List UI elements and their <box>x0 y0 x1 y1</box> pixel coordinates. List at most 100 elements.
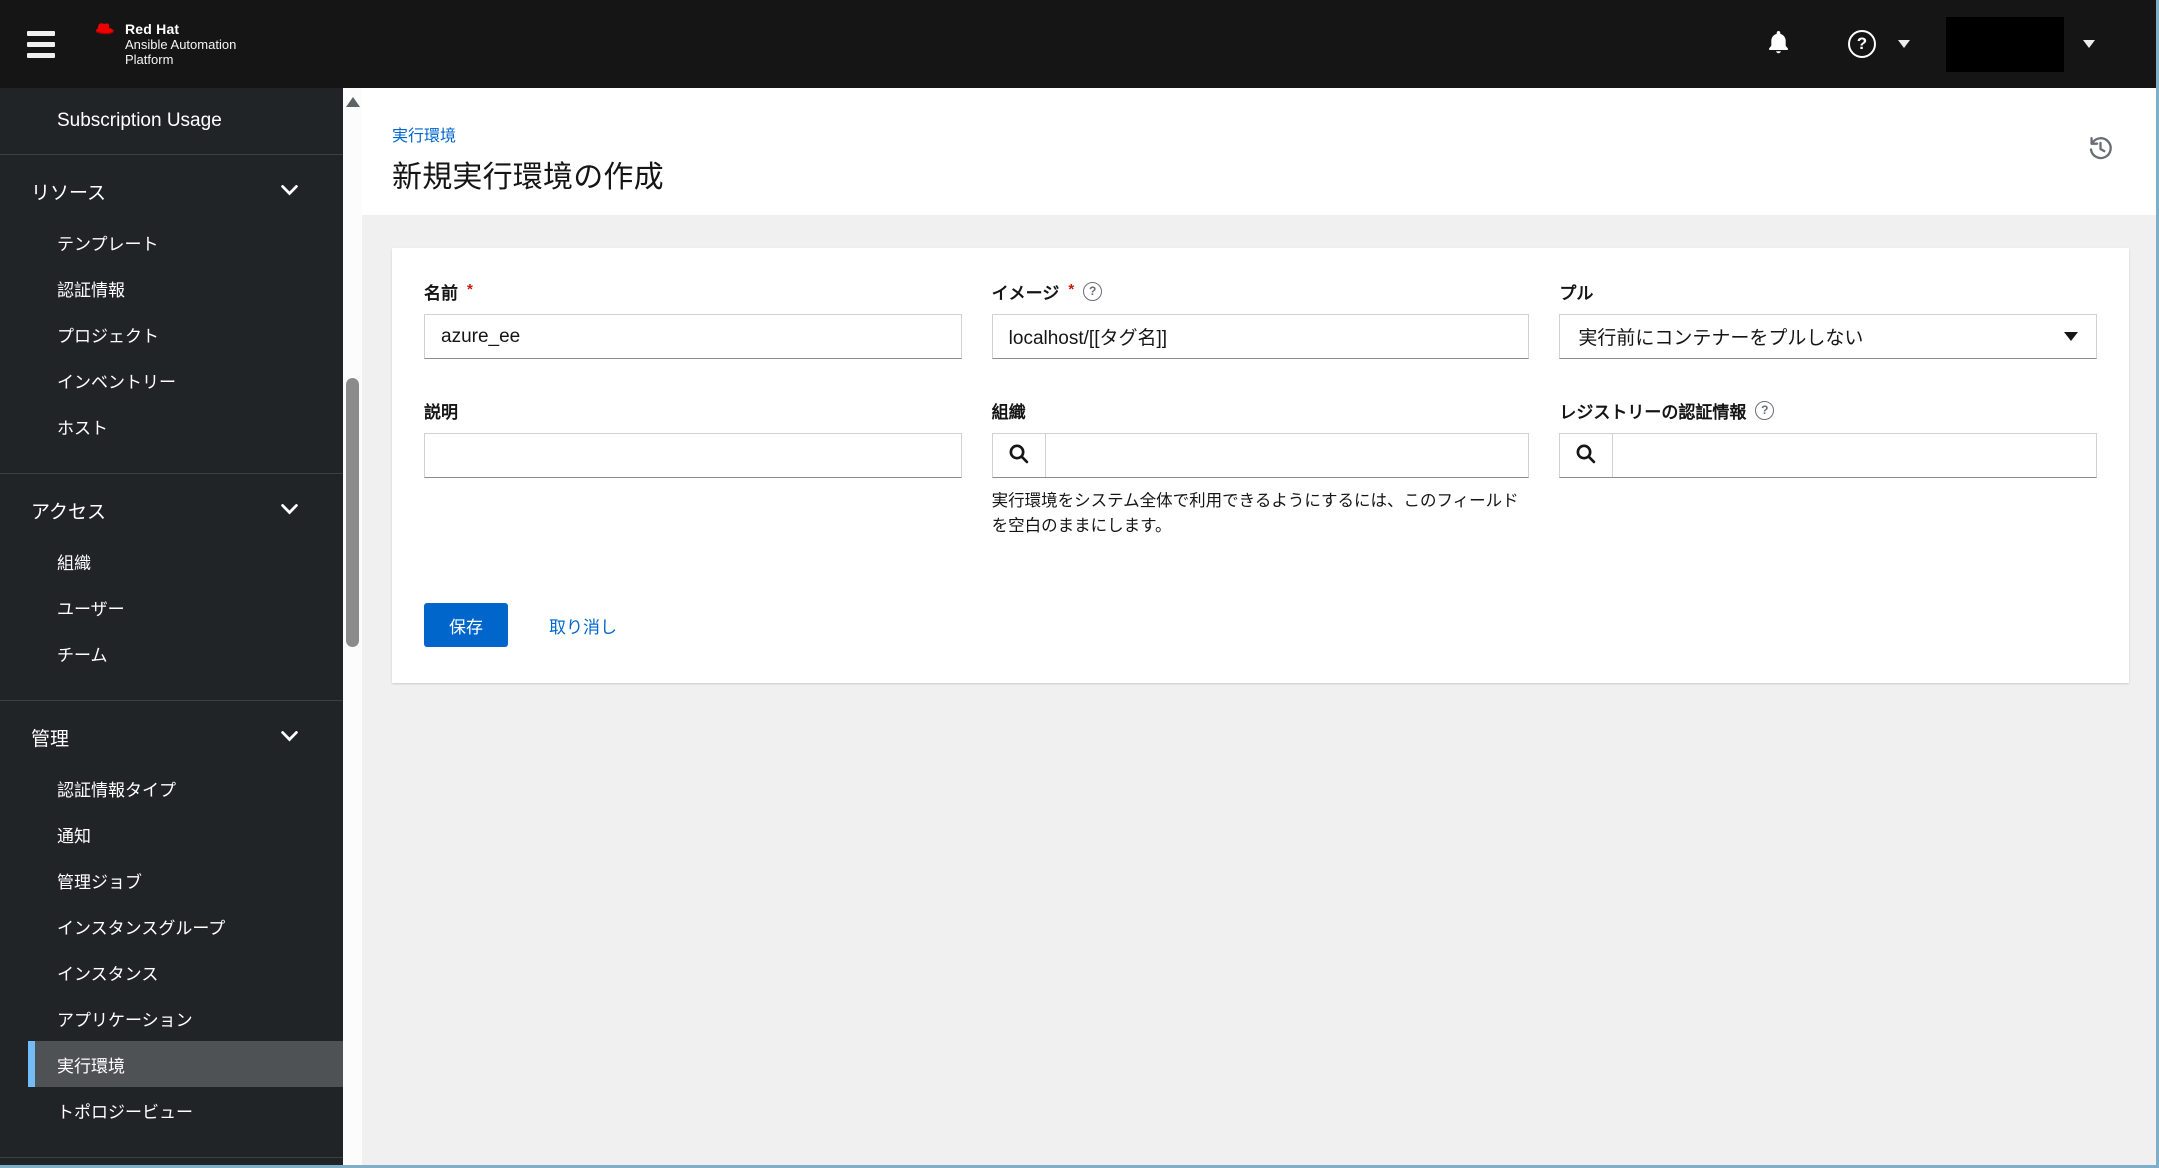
sidebar-item-applications[interactable]: アプリケーション <box>0 995 343 1041</box>
organization-lookup <box>991 433 1530 478</box>
save-button[interactable]: 保存 <box>424 603 508 648</box>
label-text: レジストリーの認証情報 <box>1559 402 1747 422</box>
image-input[interactable] <box>991 314 1530 359</box>
search-icon <box>1008 443 1030 468</box>
sidebar-item-projects[interactable]: プロジェクト <box>0 311 343 357</box>
sidebar-item-organizations[interactable]: 組織 <box>0 538 343 584</box>
pull-select[interactable]: 実行前にコンテナーをプルしない <box>1559 314 2097 359</box>
chevron-down-icon <box>281 499 298 521</box>
pull-label: プル <box>1559 280 2097 303</box>
sidebar-item-credentials[interactable]: 認証情報 <box>0 265 343 311</box>
label-text: 組織 <box>991 402 1026 422</box>
caret-down-icon <box>2083 40 2095 48</box>
hamburger-icon <box>27 41 55 47</box>
organization-input[interactable] <box>1045 434 1529 477</box>
sidebar-item-instances[interactable]: インスタンス <box>0 949 343 995</box>
caret-down-icon <box>2064 332 2078 341</box>
sidebar-item-instance-groups[interactable]: インスタンスグループ <box>0 903 343 949</box>
sidebar-item-hosts[interactable]: ホスト <box>0 403 343 449</box>
main-layout: Subscription Usage リソース テンプレート 認証情報 プロジェ… <box>0 88 2159 1168</box>
sidebar-item-management-jobs[interactable]: 管理ジョブ <box>0 857 343 903</box>
form-actions: 保存 取り消し <box>424 603 2097 648</box>
nav-section-toggle-administration[interactable]: 管理 <box>0 717 343 757</box>
question-circle-icon <box>1848 30 1876 58</box>
registry-credential-label: レジストリーの認証情報 <box>1559 399 2097 422</box>
history-icon <box>2086 134 2115 166</box>
redhat-fedora-icon <box>92 21 116 44</box>
user-menu-button[interactable] <box>2083 40 2095 48</box>
execution-environment-form: 名前 * イメージ * <box>424 280 2097 539</box>
breadcrumb[interactable]: 実行環境 <box>392 128 456 145</box>
field-name: 名前 * <box>424 280 962 359</box>
chevron-down-icon <box>281 180 298 202</box>
cancel-button[interactable]: 取り消し <box>549 613 617 638</box>
field-description: 説明 <box>424 399 962 539</box>
description-input[interactable] <box>424 433 962 478</box>
nav-section-access: アクセス 組織 ユーザー チーム <box>0 474 343 700</box>
help-menu[interactable] <box>1848 30 1910 58</box>
content-area: 実行環境 新規実行環境の作成 名前 * azure_ee イメージ * ? lo… <box>362 88 2159 1168</box>
scrollbar-thumb[interactable] <box>346 378 359 647</box>
organization-label: 組織 <box>991 399 1530 422</box>
sidebar-item-templates[interactable]: テンプレート <box>0 219 343 265</box>
sidebar-scrollbar[interactable] <box>343 88 362 1168</box>
nav-section-title: アクセス <box>31 501 107 523</box>
nav-toggle-button[interactable] <box>27 30 61 58</box>
name-input[interactable] <box>424 314 962 359</box>
page-body: 名前 * イメージ * <box>362 215 2159 716</box>
nav-section-resources: リソース テンプレート 認証情報 プロジェクト インベントリー ホスト <box>0 155 343 473</box>
brand-product-line1: Ansible Automation <box>125 37 237 53</box>
registry-credential-lookup <box>1559 433 2097 478</box>
registry-credential-search-button[interactable] <box>1560 434 1614 477</box>
pull-selected-value: 実行前にコンテナーをプルしない <box>1578 328 1864 349</box>
search-icon <box>1575 443 1597 468</box>
notifications-button[interactable] <box>1765 28 1792 60</box>
hamburger-icon <box>27 30 55 36</box>
bell-icon <box>1765 28 1792 60</box>
organization-search-button[interactable] <box>992 434 1046 477</box>
nav-section-toggle-access[interactable]: アクセス <box>0 490 343 530</box>
masthead: Red Hat Ansible Automation Platform <box>0 0 2159 88</box>
field-image: イメージ * <box>991 280 1530 359</box>
masthead-actions <box>1765 16 2159 72</box>
page-header: 実行環境 新規実行環境の作成 <box>362 88 2159 215</box>
help-icon[interactable] <box>1755 400 1775 420</box>
hamburger-icon <box>27 52 55 58</box>
name-label: 名前 * <box>424 280 962 303</box>
label-text: 説明 <box>424 402 458 422</box>
label-text: イメージ <box>991 283 1060 303</box>
sidebar-item-credential-types[interactable]: 認証情報タイプ <box>0 765 343 811</box>
sidebar-item-notifications[interactable]: 通知 <box>0 811 343 857</box>
sidebar-item-execution-environments[interactable]: 実行環境 <box>28 1041 343 1087</box>
page-title: 新規実行環境の作成 <box>392 161 664 194</box>
nav-section-toggle-resources[interactable]: リソース <box>0 171 343 211</box>
image-label: イメージ * <box>991 280 1530 303</box>
form-card: 名前 * イメージ * <box>392 248 2129 683</box>
field-organization: 組織 実行環境をシステム全体で利用できるようにするには、このフィールドを空白のま… <box>991 399 1530 539</box>
sidebar-item-users[interactable]: ユーザー <box>0 584 343 630</box>
field-registry-credential: レジストリーの認証情報 <box>1559 399 2097 539</box>
label-text: プル <box>1559 283 1594 303</box>
history-button[interactable] <box>2086 134 2115 166</box>
scroll-up-arrow-icon[interactable] <box>346 97 360 107</box>
nav-divider <box>0 1157 343 1158</box>
sidebar-item-teams[interactable]: チーム <box>0 630 343 676</box>
registry-credential-input[interactable] <box>1613 434 2096 477</box>
required-asterisk: * <box>1068 280 1075 298</box>
field-pull: プル 実行前にコンテナーをプルしない <box>1559 280 2097 359</box>
sidebar-item-inventories[interactable]: インベントリー <box>0 357 343 403</box>
required-asterisk: * <box>467 280 473 298</box>
user-name-redacted[interactable] <box>1946 16 2064 72</box>
sidebar-item-subscription-usage[interactable]: Subscription Usage <box>0 88 343 154</box>
label-text: 名前 <box>424 283 458 303</box>
nav-section-administration: 管理 認証情報タイプ 通知 管理ジョブ インスタンスグループ インスタンス アプ… <box>0 701 343 1157</box>
brand-product-line2: Platform <box>125 52 174 68</box>
sidebar-item-topology-view[interactable]: トポロジービュー <box>0 1087 343 1133</box>
brand-name: Red Hat <box>125 20 180 37</box>
sidebar-nav: Subscription Usage リソース テンプレート 認証情報 プロジェ… <box>0 88 343 1168</box>
app-window: Red Hat Ansible Automation Platform ? Su… <box>0 0 2159 1168</box>
nav-section-title: リソース <box>31 182 107 204</box>
chevron-down-icon <box>281 726 298 748</box>
help-icon[interactable] <box>1083 281 1103 301</box>
brand-text: Red Hat Ansible Automation Platform <box>125 21 236 67</box>
